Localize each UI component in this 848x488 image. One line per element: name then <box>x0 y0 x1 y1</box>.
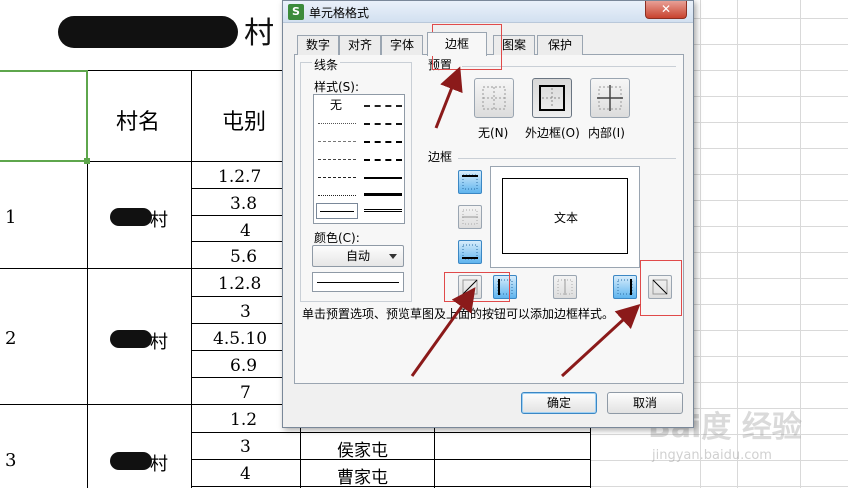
tab-border[interactable]: 边框 <box>427 32 487 56</box>
arrow-to-diagonal-down <box>560 303 641 378</box>
annotation-arrows <box>410 66 641 378</box>
arrow-to-border-tab <box>434 66 463 129</box>
arrow-to-diagonal-up <box>410 287 476 377</box>
